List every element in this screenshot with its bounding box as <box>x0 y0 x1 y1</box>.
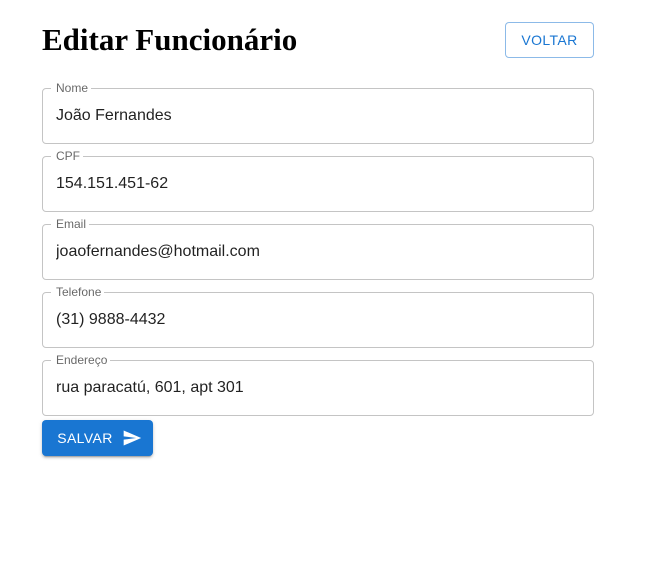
save-button-label: SALVAR <box>57 430 113 446</box>
cpf-input[interactable] <box>42 156 594 212</box>
address-input[interactable] <box>42 360 594 416</box>
email-field[interactable]: Email Email <box>42 217 594 280</box>
send-icon <box>122 428 142 448</box>
back-button[interactable]: VOLTAR <box>505 22 594 58</box>
address-field[interactable]: Endereço Endereço <box>42 353 594 416</box>
page-title: Editar Funcionário <box>42 22 298 57</box>
save-button[interactable]: SALVAR <box>42 420 153 456</box>
phone-field[interactable]: Telefone Telefone <box>42 285 594 348</box>
cpf-field[interactable]: CPF CPF <box>42 149 594 212</box>
phone-input[interactable] <box>42 292 594 348</box>
email-input[interactable] <box>42 224 594 280</box>
name-input[interactable] <box>42 88 594 144</box>
name-field[interactable]: Nome Nome <box>42 81 594 144</box>
